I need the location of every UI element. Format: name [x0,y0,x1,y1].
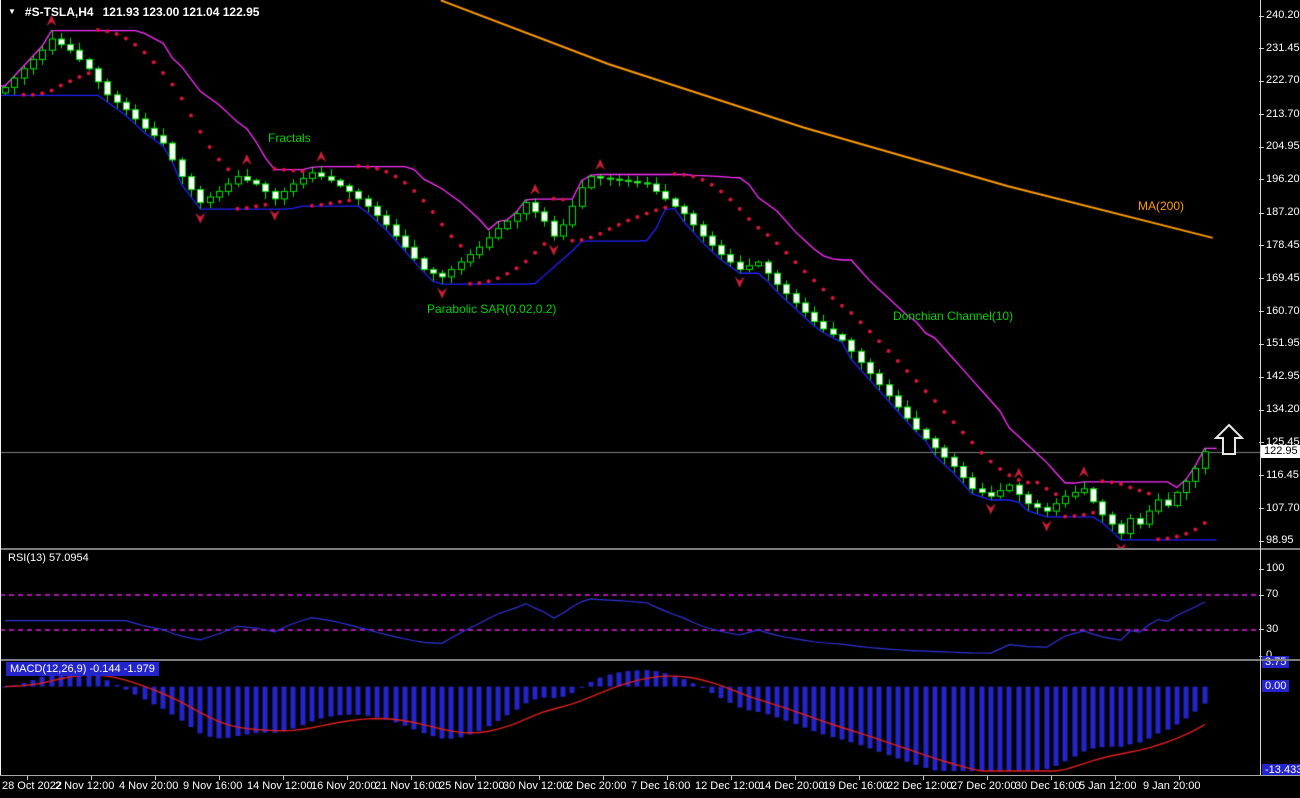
rsi-macd-separator[interactable] [0,659,1300,661]
price-axis-label: 169.45 [1266,272,1300,284]
time-axis-label: 19 Dec 16:00 [823,780,888,792]
window-left-border [0,0,1,775]
time-axis-label: 21 Nov 16:00 [375,780,440,792]
time-axis-label: 25 Nov 12:00 [439,780,504,792]
price-axis-label: 134.20 [1266,403,1300,415]
time-axis-label: 2 Nov 12:00 [55,780,114,792]
time-axis-label: 30 Dec 16:00 [1015,780,1080,792]
up-arrow-icon[interactable] [1214,423,1244,456]
chart-ohlc-values: 121.93 123.00 121.04 122.95 [103,5,260,19]
time-axis-label: 5 Jan 12:00 [1079,780,1137,792]
main-chart-canvas[interactable] [0,0,1260,548]
price-axis-label: 222.70 [1266,74,1300,86]
price-axis-label: 204.95 [1266,140,1300,152]
main-rsi-separator[interactable] [0,548,1300,550]
price-axis-label: 240.20 [1266,9,1300,21]
rsi-axis-label: 30 [1266,623,1278,635]
macd-header: MACD(12,26,9) -0.144 -1.979 [6,662,159,676]
parabolic-sar-indicator-label: Parabolic SAR(0.02,0.2) [427,302,556,316]
time-axis-label: 28 Oct 2022 [2,780,62,792]
price-axis-label: 107.70 [1266,502,1300,514]
chart-symbol-title: #S-TSLA,H4 [25,5,94,19]
price-axis-label: 196.20 [1266,173,1300,185]
rsi-panel-canvas[interactable] [0,550,1260,659]
rsi-axis-label: 70 [1266,588,1278,600]
chart-title-bar: ▼ #S-TSLA,H4 121.93 123.00 121.04 122.95 [8,5,259,19]
macd-panel-canvas[interactable] [0,661,1260,775]
fractals-indicator-label: Fractals [268,131,311,145]
time-axis-label: 9 Nov 16:00 [183,780,242,792]
price-axis-separator [1260,0,1261,775]
price-axis-label: 151.95 [1266,337,1300,349]
up-arrow-shape [1216,425,1242,454]
time-axis-label: 14 Nov 12:00 [247,780,312,792]
time-axis-label: 27 Dec 20:00 [951,780,1016,792]
ma200-indicator-label: MA(200) [1138,199,1184,213]
time-axis-label: 30 Nov 12:00 [503,780,568,792]
donchian-indicator-label: Donchian Channel(10) [893,309,1013,323]
macd-axis-label: 0.00 [1262,680,1289,692]
time-axis-label: 12 Dec 12:00 [695,780,760,792]
symbol-dropdown-icon[interactable]: ▼ [8,8,16,16]
time-axis-label: 22 Dec 12:00 [887,780,952,792]
price-axis-label: 213.70 [1266,108,1300,120]
timeaxis-separator [0,775,1300,776]
price-axis-label: 142.95 [1266,370,1300,382]
time-axis-label: 9 Jan 20:00 [1143,780,1201,792]
rsi-axis-label: 100 [1266,562,1284,574]
trading-chart-window: ▼ #S-TSLA,H4 121.93 123.00 121.04 122.95… [0,0,1300,798]
time-axis-label: 7 Dec 16:00 [631,780,690,792]
time-axis-label: 2 Dec 20:00 [567,780,626,792]
price-axis-label: 231.45 [1266,42,1300,54]
price-axis-label: 116.45 [1266,469,1299,481]
time-axis-label: 14 Dec 20:00 [759,780,824,792]
macd-axis-label: 3.75 [1262,656,1289,668]
current-price-label: 122.95 [1261,445,1300,458]
price-axis-label: 160.70 [1266,305,1300,317]
rsi-header: RSI(13) 57.0954 [8,552,89,564]
time-axis-label: 16 Nov 20:00 [311,780,376,792]
time-axis-label: 4 Nov 20:00 [119,780,178,792]
price-axis-label: 98.95 [1266,534,1294,546]
price-axis-label: 187.20 [1266,206,1300,218]
price-axis-label: 178.45 [1266,239,1300,251]
